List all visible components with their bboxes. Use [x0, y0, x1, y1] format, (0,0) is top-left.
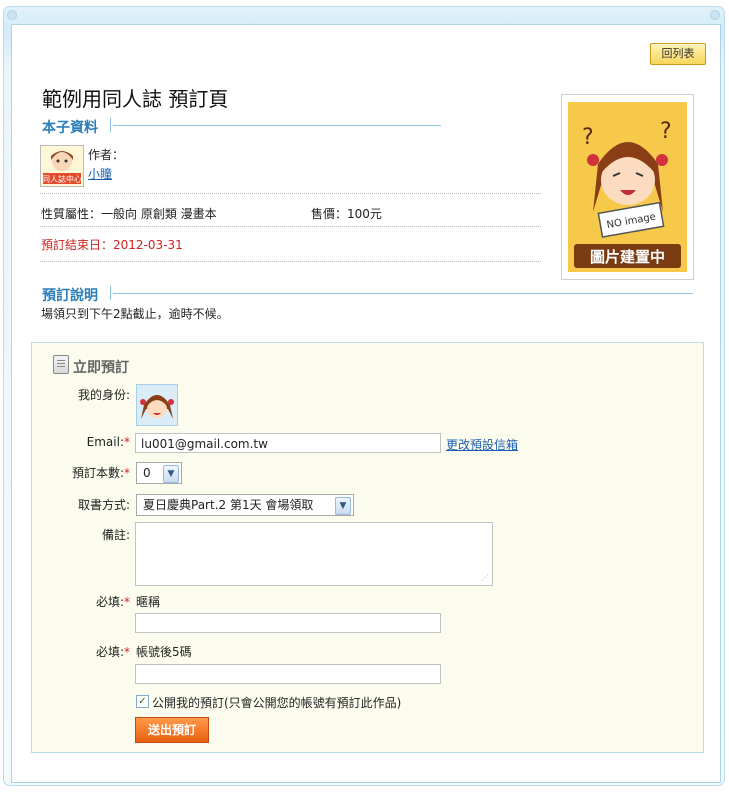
divider — [40, 226, 541, 227]
author-label: 作者： — [88, 148, 125, 162]
back-to-list-button[interactable]: 回列表 — [650, 43, 706, 65]
heading-rule — [113, 293, 693, 294]
quantity-label: 預訂本數:* — [71, 466, 130, 480]
remarks-textarea[interactable]: ⋰ — [135, 522, 493, 586]
author-avatar: 同人誌中心 — [40, 145, 84, 187]
nickname-field[interactable] — [135, 613, 441, 633]
identity-avatar — [136, 384, 178, 426]
quantity-select[interactable]: 0 ▼ — [136, 462, 182, 484]
resize-grip-icon[interactable]: ⋰ — [481, 574, 489, 582]
svg-text:?: ? — [582, 125, 594, 150]
order-notes-text: 場領只到下午2點截止，逾時不候。 — [41, 307, 229, 321]
required-label: 必填:* — [95, 645, 130, 659]
svg-text:同人誌中心: 同人誌中心 — [42, 174, 82, 184]
page-title: 範例用同人誌 預訂頁 — [42, 87, 229, 111]
divider — [40, 261, 541, 262]
account-suffix-label: 帳號後5碼 — [136, 645, 192, 659]
submit-order-button[interactable]: 送出預訂 — [135, 717, 209, 743]
account-suffix-field[interactable] — [135, 664, 441, 684]
frame-corner-right — [710, 10, 720, 20]
clipboard-icon — [53, 355, 69, 374]
author-link[interactable]: 小瞳 — [88, 165, 112, 182]
nickname-label: 暱稱 — [136, 595, 161, 609]
order-form-title: 立即預訂 — [73, 360, 129, 376]
heading-divider — [110, 118, 111, 132]
change-default-email-link[interactable]: 更改預設信箱 — [446, 436, 518, 453]
quantity-value: 0 — [143, 466, 151, 480]
chevron-down-icon: ▼ — [163, 465, 179, 483]
chevron-down-icon: ▼ — [335, 497, 351, 515]
heading-rule — [113, 125, 441, 126]
remarks-label: 備註: — [101, 528, 130, 542]
public-order-label: 公開我的預訂(只會公開您的帳號有預訂此作品) — [152, 696, 402, 710]
public-order-checkbox[interactable]: ✓ — [136, 695, 149, 708]
svg-text:?: ? — [660, 119, 672, 144]
book-properties: 性質屬性：一般向 原創類 漫畫本 — [41, 207, 217, 221]
divider — [40, 193, 541, 194]
order-deadline: 預訂結束日：2012-03-31 — [41, 238, 183, 252]
required-label: 必填:* — [95, 595, 130, 609]
heading-divider — [110, 286, 111, 300]
svg-text:圖片建置中: 圖片建置中 — [590, 248, 665, 266]
pickup-method-select[interactable]: 夏日慶典Part.2 第1天 會場領取 ▼ — [136, 494, 354, 516]
email-label: Email:* — [86, 435, 130, 449]
email-field[interactable]: lu001@gmail.com.tw — [135, 433, 441, 453]
order-notes-heading: 預訂說明 — [42, 288, 98, 304]
identity-label: 我的身份: — [77, 388, 130, 402]
cover-image: ? ? NO image 圖片建置中 — [561, 94, 694, 280]
frame-corner-left — [7, 10, 17, 20]
book-price: 售價：100元 — [311, 207, 382, 221]
pickup-method-value: 夏日慶典Part.2 第1天 會場領取 — [143, 498, 314, 512]
pickup-method-label: 取書方式: — [77, 498, 130, 512]
book-info-heading: 本子資料 — [42, 120, 98, 136]
